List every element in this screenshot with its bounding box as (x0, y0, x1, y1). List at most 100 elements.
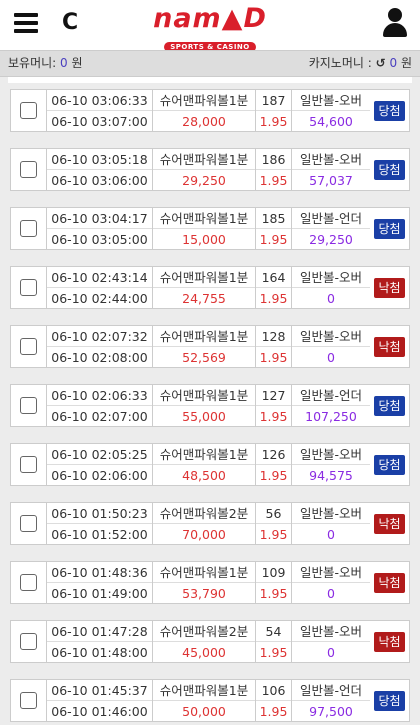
bet-row: 06-10 03:05:18 06-10 03:06:00 슈어맨파워볼1분 2… (10, 148, 410, 191)
casino-refresh-icon[interactable]: ↺ (376, 56, 386, 70)
round-number: 186 (256, 149, 291, 170)
round-number: 127 (256, 385, 291, 406)
game-name: 슈어맨파워볼1분 (153, 444, 255, 465)
user-icon[interactable] (382, 8, 408, 38)
round-number: 185 (256, 208, 291, 229)
bet-checkbox-cell (11, 149, 47, 190)
bet-amount: 29,250 (182, 173, 226, 188)
bet-round-col: 127 1.95 (256, 385, 292, 426)
bet-row: 06-10 02:43:14 06-10 02:44:00 슈어맨파워볼1분 2… (10, 266, 410, 309)
result-badge: 낙첨 (374, 572, 405, 593)
bet-time: 06-10 01:48:36 (47, 562, 152, 583)
bet-game-col: 슈어맨파워볼1분 15,000 (153, 208, 256, 249)
bet-pick-col: 일반볼-오버 0 (292, 503, 370, 544)
bet-time: 06-10 01:47:28 (47, 621, 152, 642)
pick: 일반볼-오버 (292, 562, 370, 583)
bet-checkbox[interactable] (20, 633, 37, 650)
game-name: 슈어맨파워볼2분 (153, 621, 255, 642)
bet-row: 06-10 01:48:36 06-10 01:49:00 슈어맨파워볼1분 5… (10, 561, 410, 604)
held-money-unit: 원 (71, 56, 83, 70)
bet-checkbox[interactable] (20, 456, 37, 473)
game-name: 슈어맨파워볼1분 (153, 385, 255, 406)
menu-icon[interactable] (14, 13, 38, 33)
round-number: 109 (256, 562, 291, 583)
bet-round-col: 126 1.95 (256, 444, 292, 485)
result-cell: 낙첨 (370, 267, 409, 308)
payout: 97,500 (309, 704, 353, 719)
result-cell: 당첨 (370, 208, 409, 249)
bet-time-col: 06-10 02:07:32 06-10 02:08:00 (47, 326, 153, 367)
held-money-label: 보유머니: (8, 56, 57, 70)
odds: 1.95 (259, 527, 288, 542)
bet-checkbox[interactable] (20, 338, 37, 355)
bet-time: 06-10 01:45:37 (47, 680, 152, 701)
bet-checkbox[interactable] (20, 220, 37, 237)
bet-amount: 55,000 (182, 409, 226, 424)
bet-round-col: 187 1.95 (256, 90, 292, 131)
draw-time: 06-10 02:06:00 (51, 468, 148, 483)
result-cell: 당첨 (370, 385, 409, 426)
bet-checkbox[interactable] (20, 397, 37, 414)
draw-time: 06-10 01:49:00 (51, 586, 148, 601)
bet-row: 06-10 02:06:33 06-10 02:07:00 슈어맨파워볼1분 5… (10, 384, 410, 427)
odds: 1.95 (259, 468, 288, 483)
odds: 1.95 (259, 350, 288, 365)
bet-time-col: 06-10 02:06:33 06-10 02:07:00 (47, 385, 153, 426)
bet-game-col: 슈어맨파워볼2분 70,000 (153, 503, 256, 544)
result-badge: 낙첨 (374, 631, 405, 652)
bet-amount: 28,000 (182, 114, 226, 129)
round-number: 106 (256, 680, 291, 701)
bet-amount: 70,000 (182, 527, 226, 542)
game-name: 슈어맨파워볼1분 (153, 149, 255, 170)
logo[interactable]: nam▲D SPORTS & CASINO (140, 4, 280, 52)
draw-time: 06-10 02:07:00 (51, 409, 148, 424)
draw-time: 06-10 01:48:00 (51, 645, 148, 660)
odds: 1.95 (259, 173, 288, 188)
bet-time: 06-10 02:07:32 (47, 326, 152, 347)
bet-checkbox-cell (11, 562, 47, 603)
bet-round-col: 185 1.95 (256, 208, 292, 249)
bet-amount: 24,755 (182, 291, 226, 306)
casino-money-unit: 원 (400, 56, 412, 70)
top-bar: C nam▲D SPORTS & CASINO (0, 0, 420, 52)
bet-round-col: 56 1.95 (256, 503, 292, 544)
bet-round-col: 164 1.95 (256, 267, 292, 308)
bet-time: 06-10 01:50:23 (47, 503, 152, 524)
bet-time: 06-10 02:43:14 (47, 267, 152, 288)
round-number: 187 (256, 90, 291, 111)
bet-amount: 53,790 (182, 586, 226, 601)
bet-game-col: 슈어맨파워볼1분 24,755 (153, 267, 256, 308)
bet-row: 06-10 01:45:37 06-10 01:46:00 슈어맨파워볼1분 5… (10, 679, 410, 722)
bet-checkbox[interactable] (20, 102, 37, 119)
bet-checkbox[interactable] (20, 574, 37, 591)
result-cell: 당첨 (370, 149, 409, 190)
bet-row: 06-10 02:05:25 06-10 02:06:00 슈어맨파워볼1분 4… (10, 443, 410, 486)
bet-round-col: 109 1.95 (256, 562, 292, 603)
bet-checkbox[interactable] (20, 692, 37, 709)
result-badge: 낙첨 (374, 513, 405, 534)
bet-game-col: 슈어맨파워볼1분 29,250 (153, 149, 256, 190)
bet-checkbox[interactable] (20, 279, 37, 296)
bet-checkbox[interactable] (20, 161, 37, 178)
money-bar: 보유머니: 0 원 카지노머니 : ↺ 0 원 (0, 50, 420, 77)
bet-checkbox[interactable] (20, 515, 37, 532)
bet-time-col: 06-10 01:45:37 06-10 01:46:00 (47, 680, 153, 721)
bet-amount: 15,000 (182, 232, 226, 247)
bet-amount: 48,500 (182, 468, 226, 483)
bet-pick-col: 일반볼-언더 107,250 (292, 385, 370, 426)
bet-history-list: 06-10 03:06:33 06-10 03:07:00 슈어맨파워볼1분 2… (0, 77, 420, 722)
game-name: 슈어맨파워볼1분 (153, 90, 255, 111)
payout: 57,037 (309, 173, 353, 188)
result-badge: 당첨 (374, 690, 405, 711)
payout: 29,250 (309, 232, 353, 247)
bet-amount: 45,000 (182, 645, 226, 660)
bet-game-col: 슈어맨파워볼1분 53,790 (153, 562, 256, 603)
bet-time-col: 06-10 03:05:18 06-10 03:06:00 (47, 149, 153, 190)
pick: 일반볼-오버 (292, 90, 370, 111)
bet-checkbox-cell (11, 680, 47, 721)
bet-checkbox-cell (11, 267, 47, 308)
pick: 일반볼-오버 (292, 621, 370, 642)
bet-pick-col: 일반볼-오버 0 (292, 326, 370, 367)
refresh-icon[interactable]: C (62, 10, 86, 36)
game-name: 슈어맨파워볼1분 (153, 208, 255, 229)
